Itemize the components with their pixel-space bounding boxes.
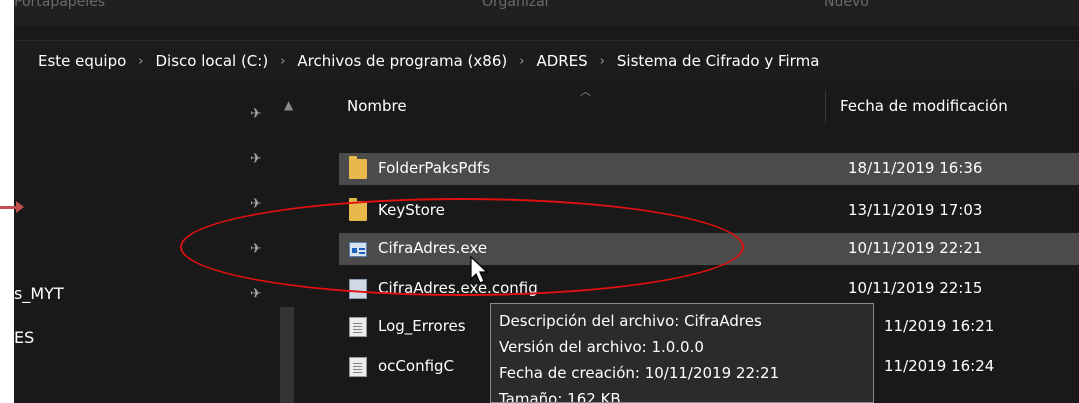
nav-item-label[interactable]: ES — [14, 328, 34, 347]
column-header-date[interactable]: Fecha de modificación — [840, 97, 1008, 115]
tooltip-description: Descripción del archivo: CifraAdres — [499, 312, 762, 330]
tooltip-version: Versión del archivo: 1.0.0.0 — [499, 338, 704, 356]
chevron-right-icon[interactable]: › — [138, 54, 143, 69]
file-date: 11/2019 16:24 — [884, 357, 995, 375]
pin-icon[interactable]: ✈ — [250, 106, 262, 122]
chevron-right-icon[interactable]: › — [280, 54, 285, 69]
file-name: CifraAdres.exe.config — [378, 279, 538, 297]
file-date: 10/11/2019 22:15 — [848, 279, 983, 297]
exe-icon — [349, 242, 367, 257]
ribbon-group-labels: Portapapeles Organizar Nuevo — [14, 0, 1079, 26]
text-file-icon — [349, 357, 367, 377]
file-row-cifraadres-exe[interactable]: CifraAdres.exe 10/11/2019 22:21 — [339, 233, 1079, 265]
breadcrumb-program-files[interactable]: Archivos de programa (x86) — [297, 52, 507, 70]
chevron-right-icon[interactable]: › — [600, 54, 605, 69]
config-file-icon — [349, 279, 367, 299]
chevron-right-icon[interactable]: › — [519, 54, 524, 69]
file-row-keystore[interactable]: KeyStore 13/11/2019 17:03 — [339, 195, 1079, 227]
file-name: Log_Errores — [378, 317, 466, 335]
sort-ascending-icon: ︿ — [580, 85, 591, 98]
file-row-cifraadres-config[interactable]: CifraAdres.exe.config 10/11/2019 22:15 — [339, 273, 1079, 305]
column-header-name[interactable]: Nombre — [347, 97, 407, 115]
folder-icon — [349, 156, 367, 179]
file-name: ocConfigC — [378, 357, 455, 375]
pin-icon[interactable]: ✈ — [250, 241, 262, 257]
address-bar[interactable]: Este equipo › Disco local (C:) › Archivo… — [14, 40, 1079, 82]
scroll-up-icon[interactable]: ▲ — [284, 98, 293, 112]
breadcrumb-this-pc[interactable]: Este equipo — [38, 52, 126, 70]
tooltip-size: Tamaño: 162 KB — [499, 390, 621, 403]
folder-icon — [349, 198, 367, 221]
breadcrumb-local-disk[interactable]: Disco local (C:) — [156, 52, 269, 70]
file-date: 18/11/2019 16:36 — [848, 159, 983, 177]
file-explorer-window: Portapapeles Organizar Nuevo Este equipo… — [14, 0, 1079, 403]
file-name: KeyStore — [378, 201, 445, 219]
ribbon-group-new: Nuevo — [824, 0, 869, 10]
pin-icon[interactable]: ✈ — [250, 286, 262, 302]
file-name: FolderPaksPdfs — [378, 159, 491, 177]
file-row-folderpakspdfs[interactable]: FolderPaksPdfs 18/11/2019 16:36 — [339, 153, 1079, 185]
navigation-pane: ▲ ✈ ✈ ✈ ✈ ✈ s_MYT ES — [14, 81, 312, 403]
mouse-pointer-icon — [470, 256, 489, 284]
column-divider[interactable] — [825, 91, 826, 123]
pin-icon[interactable]: ✈ — [250, 151, 262, 167]
annotation-arrow-icon — [0, 201, 24, 213]
breadcrumb-adres[interactable]: ADRES — [536, 52, 587, 70]
ribbon-group-clipboard: Portapapeles — [14, 0, 106, 10]
ribbon-group-organize: Organizar — [482, 0, 551, 10]
file-date: 11/2019 16:21 — [884, 317, 995, 335]
column-header-row: ︿ Nombre Fecha de modificación — [312, 81, 1079, 129]
nav-scrollbar[interactable] — [280, 307, 294, 403]
nav-item-label[interactable]: s_MYT — [14, 284, 64, 303]
pin-icon[interactable]: ✈ — [250, 196, 262, 212]
file-info-tooltip: Descripción del archivo: CifraAdres Vers… — [490, 303, 874, 403]
tooltip-created: Fecha de creación: 10/11/2019 22:21 — [499, 364, 780, 382]
file-name: CifraAdres.exe — [378, 239, 488, 257]
file-date: 10/11/2019 22:21 — [848, 239, 983, 257]
file-date: 13/11/2019 17:03 — [848, 201, 983, 219]
text-file-icon — [349, 317, 367, 337]
breadcrumb-current-folder[interactable]: Sistema de Cifrado y Firma — [617, 52, 820, 70]
